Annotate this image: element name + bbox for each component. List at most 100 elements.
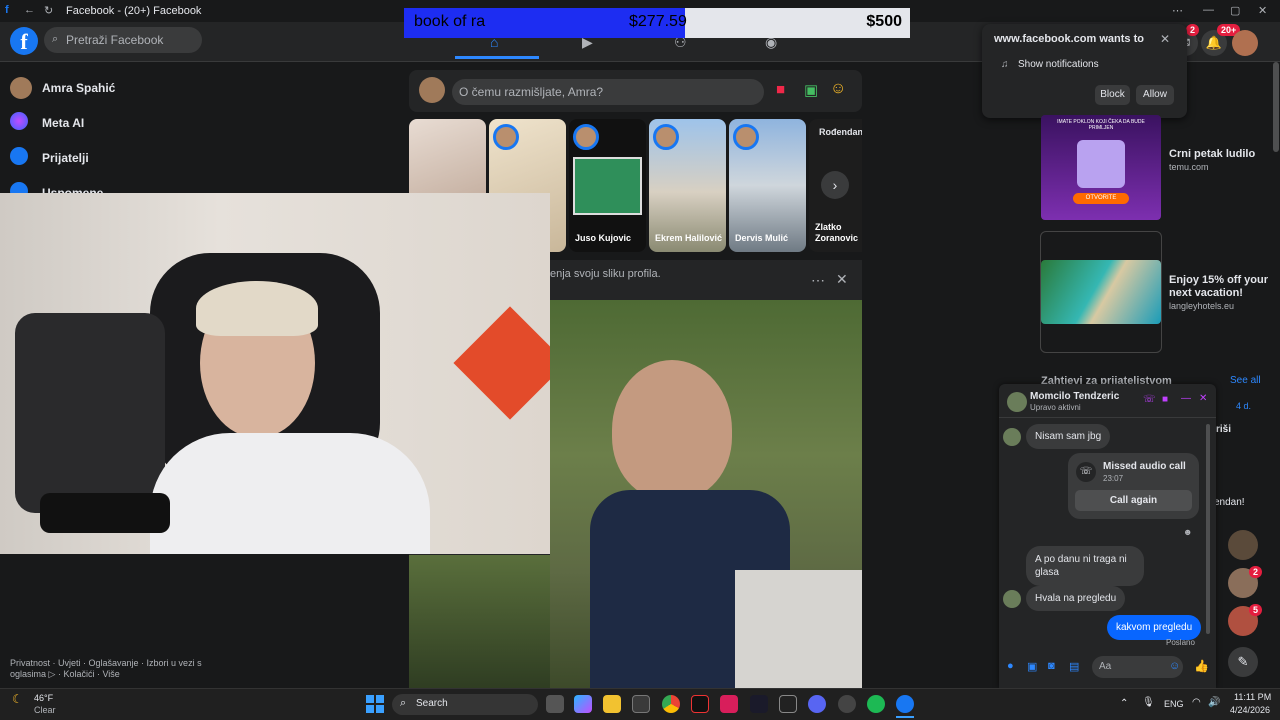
messenger-badge: 2 bbox=[1186, 24, 1200, 36]
notification-permission-popup: www.facebook.com wants to ✕ ♫ Show notif… bbox=[982, 24, 1187, 118]
facebook-logo-icon[interactable]: f bbox=[10, 27, 38, 55]
tray-chevron-icon[interactable]: ⌃ bbox=[1120, 698, 1128, 709]
minimize-chat-icon[interactable]: — bbox=[1181, 393, 1191, 404]
discord-icon[interactable] bbox=[808, 695, 826, 713]
chrome-icon[interactable] bbox=[662, 695, 680, 713]
gif-icon[interactable]: ▤ bbox=[1069, 660, 1079, 673]
post-image bbox=[550, 300, 862, 688]
ad-cta-button: OTVORITE bbox=[1073, 193, 1129, 204]
see-all-link[interactable]: See all bbox=[1230, 375, 1261, 386]
ad-title[interactable]: Crni petak ludilo bbox=[1169, 148, 1255, 160]
story-image bbox=[573, 157, 642, 215]
close-icon[interactable]: ✕ bbox=[1160, 32, 1170, 46]
allow-button[interactable]: Allow bbox=[1136, 85, 1174, 105]
footer-links[interactable]: Privatnost · Uvjeti · Oglašavanje · Izbo… bbox=[10, 658, 220, 680]
store-icon[interactable] bbox=[632, 695, 650, 713]
sidebar-item-label: Prijatelji bbox=[42, 151, 89, 165]
stories-next-icon[interactable]: › bbox=[821, 171, 849, 199]
chat-scrollbar[interactable] bbox=[1206, 424, 1210, 634]
chat-window: Momcilo Tendzeric Upravo aktivni ☏ ■ — ✕… bbox=[999, 384, 1216, 688]
epic-games-icon[interactable] bbox=[779, 695, 797, 713]
webcam-overlay bbox=[0, 193, 550, 554]
popup-item: Show notifications bbox=[1018, 59, 1099, 70]
story-tag: Rođendan bbox=[819, 127, 862, 137]
story-card[interactable]: Juso Kujovic bbox=[569, 119, 646, 252]
search-input[interactable]: ⌕ Pretraži Facebook bbox=[44, 27, 202, 53]
taskbar-search[interactable]: ⌕ Search bbox=[392, 694, 538, 715]
emoji-icon[interactable]: ☺ bbox=[1169, 660, 1180, 672]
seen-avatar-icon: ☻ bbox=[1183, 527, 1193, 537]
close-window-icon[interactable]: ✕ bbox=[1258, 4, 1267, 17]
request-time: 4 d. bbox=[1236, 401, 1252, 411]
more-icon[interactable]: ⋯ bbox=[1172, 4, 1183, 17]
story-name: Dervis Mulić bbox=[735, 233, 789, 243]
call-time: 23:07 bbox=[1103, 474, 1124, 483]
window-title: Facebook - (20+) Facebook bbox=[66, 5, 202, 17]
story-card[interactable]: Ekrem Halilović bbox=[649, 119, 726, 252]
language-indicator[interactable]: ENG bbox=[1164, 699, 1184, 709]
chat-badge: 2 bbox=[1249, 566, 1263, 578]
wifi-icon[interactable]: ◠ bbox=[1192, 697, 1201, 708]
ad-banner-text: IMATE POKLON KOJI ČEKA DA BUDE PRIMLJEN bbox=[1057, 119, 1145, 131]
ad-title[interactable]: Enjoy 15% off your next vacation! bbox=[1169, 274, 1274, 300]
search-icon: ⌕ bbox=[52, 33, 59, 45]
composer-input[interactable]: O čemu razmišljate, Amra? bbox=[452, 79, 764, 105]
call-again-button[interactable]: Call again bbox=[1075, 490, 1192, 511]
mic-tray-icon[interactable]: 🎙 bbox=[1142, 697, 1155, 708]
avatar bbox=[573, 124, 599, 150]
feeling-icon[interactable]: ☺ bbox=[830, 80, 846, 98]
more-options-icon[interactable]: ⋯ bbox=[811, 272, 825, 289]
contact-avatar[interactable] bbox=[1228, 530, 1258, 560]
spotify-icon[interactable] bbox=[867, 695, 885, 713]
maximize-icon[interactable]: ▢ bbox=[1230, 4, 1240, 17]
sticker-icon[interactable]: ◙ bbox=[1048, 660, 1055, 672]
windows-start-icon[interactable] bbox=[366, 695, 384, 713]
facebook-app-icon[interactable] bbox=[896, 695, 914, 713]
chat-contact-name[interactable]: Momcilo Tendzeric bbox=[1030, 391, 1119, 402]
avatar bbox=[653, 124, 679, 150]
story-card[interactable]: Dervis Mulić bbox=[729, 119, 806, 252]
copilot-icon[interactable] bbox=[574, 695, 592, 713]
divider bbox=[999, 417, 1216, 418]
missed-call-card: ☏ Missed audio call 23:07 Call again bbox=[1068, 453, 1199, 519]
facebook-tab-icon: f bbox=[5, 4, 9, 16]
story-name: Juso Kujovic bbox=[575, 233, 632, 243]
sidebar-item-label: Meta AI bbox=[42, 116, 85, 130]
page-scrollbar[interactable] bbox=[1273, 62, 1279, 152]
meta-ai-icon bbox=[10, 112, 28, 130]
close-icon[interactable]: ✕ bbox=[836, 271, 848, 288]
microphone-icon[interactable]: ● bbox=[1007, 660, 1014, 672]
avatar bbox=[1007, 392, 1027, 412]
clock-date[interactable]: 4/24/2026 bbox=[1230, 705, 1270, 715]
clock-time[interactable]: 11:11 PM bbox=[1234, 692, 1271, 702]
like-icon[interactable]: 👍 bbox=[1194, 659, 1209, 673]
minimize-icon[interactable]: — bbox=[1203, 4, 1214, 16]
tiktok-icon[interactable] bbox=[691, 695, 709, 713]
app-icon[interactable] bbox=[838, 695, 856, 713]
photo-icon[interactable]: ▣ bbox=[804, 81, 818, 99]
app-icon[interactable] bbox=[750, 695, 768, 713]
call-title: Missed audio call bbox=[1103, 461, 1186, 472]
request-action-text[interactable]: riši bbox=[1216, 424, 1231, 435]
new-message-icon[interactable]: ✎ bbox=[1228, 647, 1258, 677]
image-icon[interactable]: ▣ bbox=[1027, 660, 1037, 673]
close-chat-icon[interactable]: ✕ bbox=[1199, 393, 1207, 404]
post-text: enja svoju sliku profila. bbox=[550, 268, 661, 280]
ad-image[interactable]: IMATE POKLON KOJI ČEKA DA BUDE PRIMLJEN … bbox=[1041, 115, 1161, 220]
reload-icon[interactable]: ↻ bbox=[44, 4, 53, 17]
app-icon[interactable] bbox=[720, 695, 738, 713]
weather-temp[interactable]: 46°F bbox=[34, 693, 53, 703]
video-call-icon[interactable]: ■ bbox=[1162, 394, 1168, 405]
block-button[interactable]: Block bbox=[1095, 85, 1130, 105]
message-bubble: Hvala na pregledu bbox=[1026, 586, 1126, 611]
avatar bbox=[1003, 590, 1021, 608]
back-icon[interactable]: ← bbox=[24, 4, 35, 16]
profile-avatar[interactable] bbox=[1232, 30, 1258, 56]
task-view-icon[interactable] bbox=[546, 695, 564, 713]
file-explorer-icon[interactable] bbox=[603, 695, 621, 713]
live-video-icon[interactable]: ■ bbox=[776, 81, 785, 98]
avatar bbox=[1003, 428, 1021, 446]
ad-image[interactable] bbox=[1041, 260, 1161, 324]
phone-icon[interactable]: ☏ bbox=[1143, 394, 1156, 405]
volume-icon[interactable]: 🔊 bbox=[1208, 697, 1220, 708]
